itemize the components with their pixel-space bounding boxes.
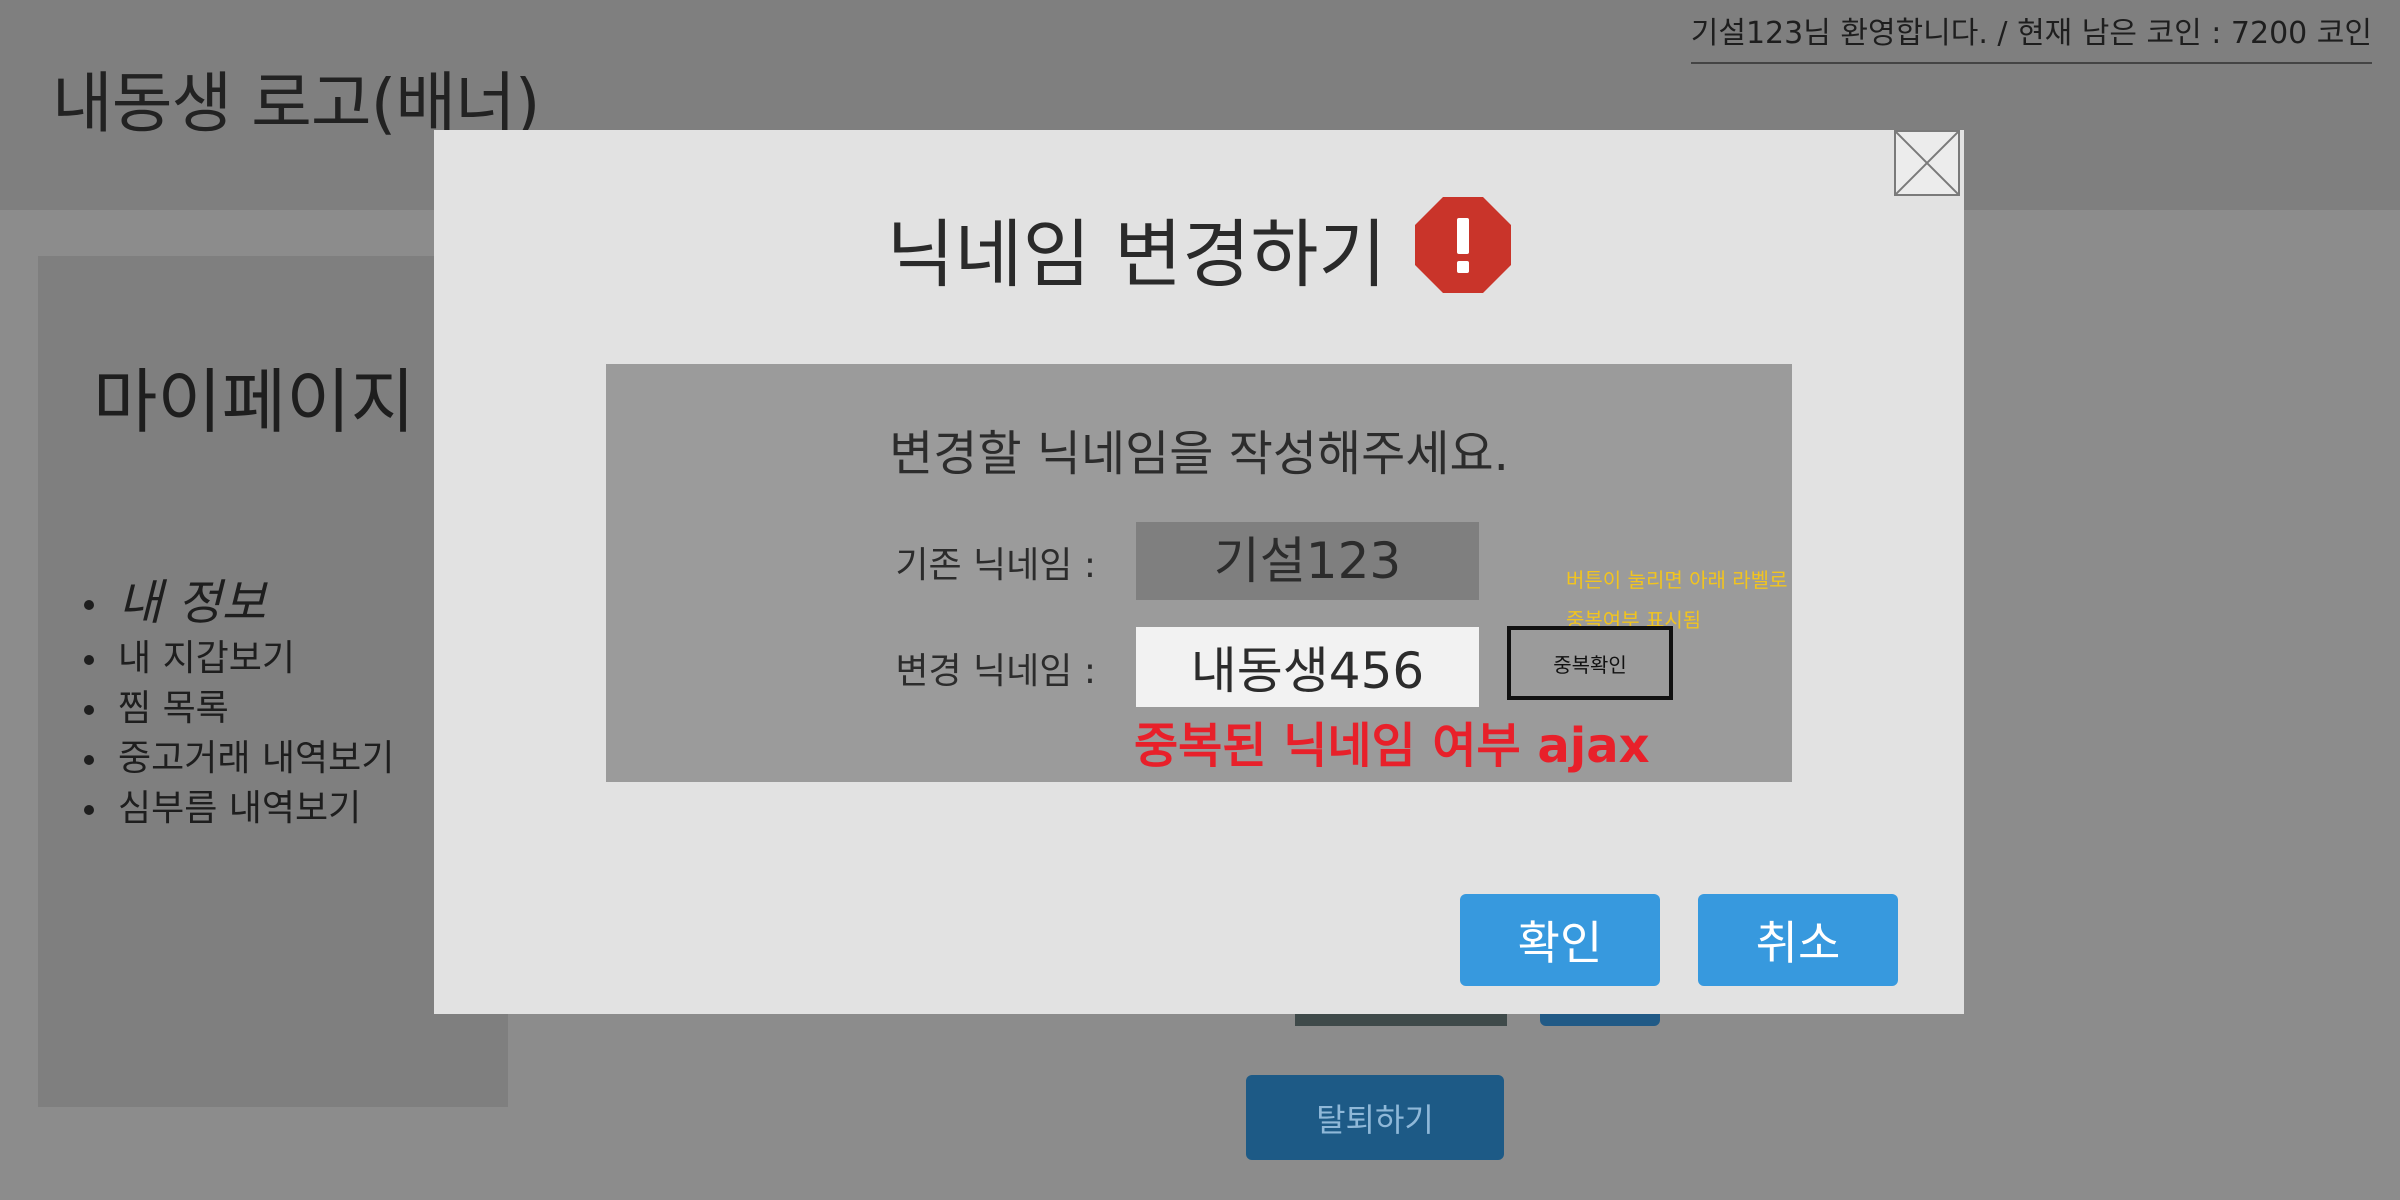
sidebar-item-wishlist[interactable]: 찜 목록 bbox=[83, 684, 394, 734]
confirm-button[interactable]: 확인 bbox=[1460, 894, 1660, 986]
sidebar-item-wallet[interactable]: 내 지갑보기 bbox=[83, 634, 394, 684]
sidebar-title: 마이페이지 bbox=[93, 361, 415, 443]
new-nickname-label: 변경 닉네임 : bbox=[895, 651, 1096, 692]
modal-header: 닉네임 변경하기 bbox=[434, 195, 1964, 302]
withdraw-button[interactable]: 탈퇴하기 bbox=[1246, 1075, 1504, 1160]
new-nickname-input[interactable] bbox=[1136, 627, 1479, 707]
duplicate-result-label: 중복된 닉네임 여부 ajax bbox=[1134, 718, 1650, 774]
sidebar-item-my-info[interactable]: 내 정보 bbox=[83, 572, 394, 634]
nickname-change-modal: 닉네임 변경하기 변경할 닉네임을 작성해주세요. 기존 닉네임 : 기설123… bbox=[434, 130, 1964, 1014]
duplicate-check-button[interactable]: 중복확인 bbox=[1507, 626, 1673, 700]
modal-title: 닉네임 변경하기 bbox=[886, 212, 1387, 298]
sidebar-menu: 내 정보 내 지갑보기 찜 목록 중고거래 내역보기 심부름 내역보기 bbox=[83, 572, 394, 834]
sidebar-item-used-trades[interactable]: 중고거래 내역보기 bbox=[83, 734, 394, 784]
instruction-text: 변경할 닉네임을 작성해주세요. bbox=[889, 426, 1509, 482]
welcome-coin-status: 기설123님 환영합니다. / 현재 남은 코인 : 7200 코인 bbox=[1690, 8, 2372, 64]
cancel-button[interactable]: 취소 bbox=[1698, 894, 1898, 986]
alert-octagon-icon bbox=[1414, 196, 1512, 294]
annotation-note-line: 버튼이 눌리면 아래 라벨로 bbox=[1566, 568, 1788, 592]
nickname-form-panel: 변경할 닉네임을 작성해주세요. 기존 닉네임 : 기설123 변경 닉네임 :… bbox=[606, 364, 1792, 782]
sidebar-item-errands[interactable]: 심부름 내역보기 bbox=[83, 784, 394, 834]
current-nickname-value: 기설123 bbox=[1136, 522, 1479, 600]
close-x-icon[interactable] bbox=[1894, 130, 1960, 196]
current-nickname-label: 기존 닉네임 : bbox=[895, 545, 1096, 586]
